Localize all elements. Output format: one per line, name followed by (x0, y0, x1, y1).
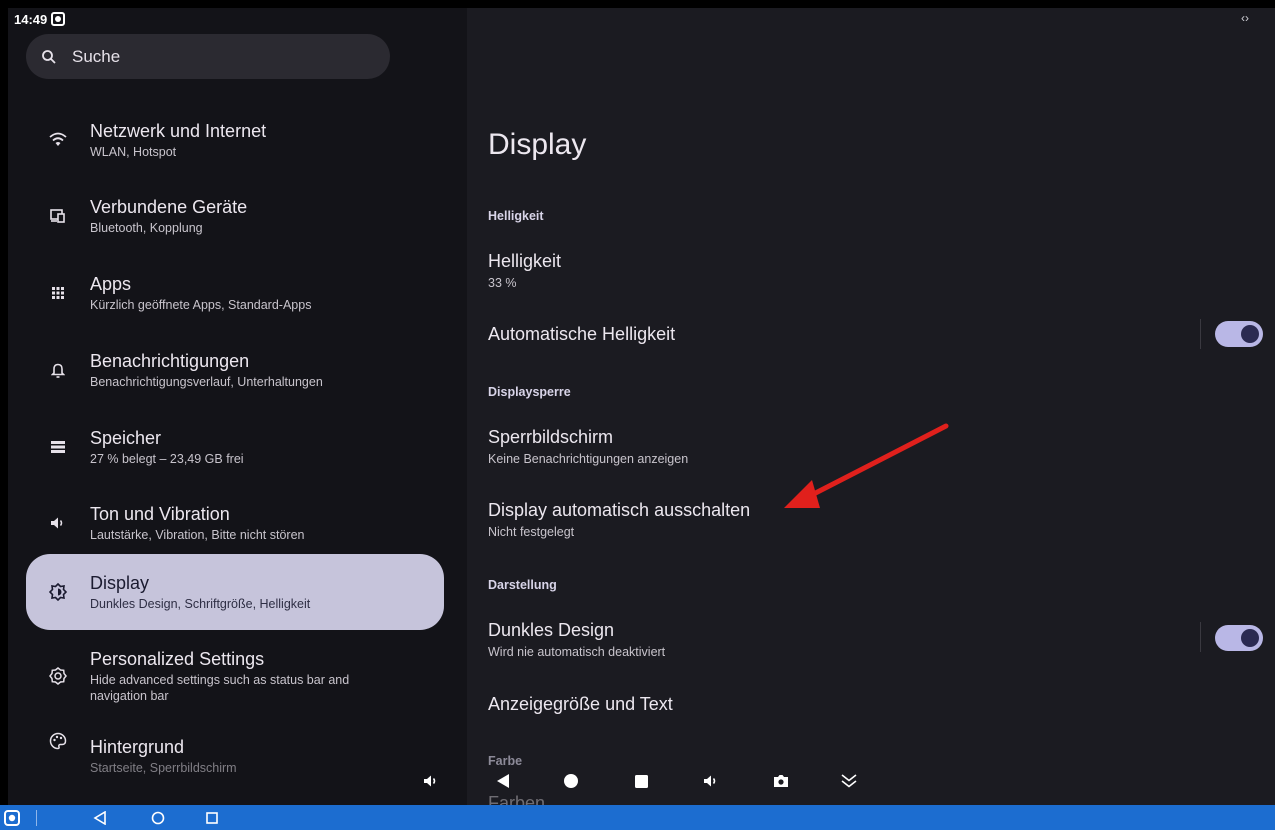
wifi-icon (26, 132, 90, 148)
pref-subtitle: Keine Benachrichtigungen anzeigen (488, 452, 689, 466)
taskbar (0, 805, 1275, 830)
pref-title: Anzeigegröße und Text (488, 694, 673, 714)
back-icon[interactable] (90, 808, 110, 828)
section-header-brightness: Helligkeit (488, 209, 544, 223)
sidebar-item-subtitle: Kürzlich geöffnete Apps, Standard-Apps (90, 298, 312, 312)
remote-session-icon (51, 12, 66, 26)
sidebar: 14:49 Suche Netzwerk und Internet WLAN, … (8, 8, 467, 805)
sidebar-item-storage[interactable]: Speicher 27 % belegt – 23,49 GB frei (26, 410, 444, 484)
toggle-knob (1241, 629, 1259, 647)
sidebar-item-subtitle: 27 % belegt – 23,49 GB frei (90, 452, 244, 466)
sidebar-item-subtitle: Dunkles Design, Schriftgröße, Helligkeit (90, 597, 311, 611)
sidebar-item-subtitle: WLAN, Hotspot (90, 145, 177, 159)
sidebar-item-title: Verbundene Geräte (90, 197, 248, 217)
floating-control-bar (8, 756, 1275, 805)
sidebar-item-network[interactable]: Netzwerk und Internet WLAN, Hotspot (26, 103, 444, 177)
palette-icon (26, 732, 90, 750)
sidebar-item-connected-devices[interactable]: Verbundene Geräte Bluetooth, Kopplung (26, 179, 444, 253)
bell-icon (26, 362, 90, 378)
volume-icon (26, 516, 90, 530)
remote-app-icon[interactable] (2, 808, 22, 828)
camera-icon[interactable] (768, 768, 794, 794)
divider (1200, 622, 1201, 652)
page-title: Display (488, 128, 587, 161)
settings-gear-icon (26, 667, 90, 685)
section-header-appearance: Darstellung (488, 578, 557, 592)
pref-title: Sperrbildschirm (488, 427, 614, 447)
toggle-knob (1241, 325, 1259, 343)
pref-display-size[interactable]: Anzeigegröße und Text (488, 693, 673, 715)
storage-icon (26, 441, 90, 453)
sidebar-item-apps[interactable]: Apps Kürzlich geöffnete Apps, Standard-A… (26, 256, 444, 330)
expand-icon: ‹› (1241, 11, 1249, 25)
divider (1200, 319, 1201, 349)
sidebar-item-subtitle: Hide advanced settings such as status ba… (90, 673, 350, 703)
volume-icon[interactable] (698, 768, 724, 794)
sidebar-item-sound[interactable]: Ton und Vibration Lautstärke, Vibration,… (26, 486, 444, 560)
home-circle-icon[interactable] (558, 768, 584, 794)
sidebar-item-personalized[interactable]: Personalized Settings Hide advanced sett… (26, 638, 444, 714)
search-icon (26, 49, 72, 65)
section-header-lock: Displaysperre (488, 385, 571, 399)
sidebar-item-title: Speicher (90, 428, 162, 448)
sidebar-item-title: Personalized Settings (90, 649, 265, 669)
pref-dark-theme[interactable]: Dunkles Design Wird nie automatisch deak… (488, 619, 665, 660)
sidebar-item-title: Ton und Vibration (90, 504, 230, 524)
pref-value: 33 % (488, 276, 517, 290)
pref-subtitle: Nicht festgelegt (488, 525, 575, 539)
dark-theme-toggle[interactable] (1215, 625, 1263, 651)
sidebar-item-subtitle: Benachrichtigungsverlauf, Unterhaltungen (90, 375, 323, 389)
search-placeholder: Suche (72, 46, 121, 66)
pref-brightness[interactable]: Helligkeit 33 % (488, 250, 561, 291)
recents-icon[interactable] (202, 808, 222, 828)
auto-brightness-toggle[interactable] (1215, 321, 1263, 347)
pref-subtitle: Wird nie automatisch deaktiviert (488, 645, 666, 659)
status-bar: 14:49 (14, 8, 66, 30)
search-input[interactable]: Suche (26, 34, 390, 79)
pref-screen-timeout[interactable]: Display automatisch ausschalten Nicht fe… (488, 499, 750, 540)
back-triangle-icon[interactable] (490, 768, 516, 794)
sidebar-item-title: Netzwerk und Internet (90, 121, 267, 141)
sidebar-item-notifications[interactable]: Benachrichtigungen Benachrichtigungsverl… (26, 333, 444, 407)
pref-title: Display automatisch ausschalten (488, 500, 751, 520)
settings-window: 14:49 Suche Netzwerk und Internet WLAN, … (8, 8, 1275, 805)
volume-icon[interactable] (418, 768, 444, 794)
sidebar-item-title: Benachrichtigungen (90, 351, 250, 371)
sidebar-item-display[interactable]: Display Dunkles Design, Schriftgröße, He… (26, 554, 444, 630)
pref-title: Automatische Helligkeit (488, 324, 676, 344)
sidebar-item-title: Hintergrund (90, 737, 185, 757)
pref-title: Helligkeit (488, 251, 562, 271)
status-time: 14:49 (14, 11, 48, 27)
pref-lock-screen[interactable]: Sperrbildschirm Keine Benachrichtigungen… (488, 426, 688, 467)
taskbar-divider (36, 810, 37, 826)
pref-auto-brightness[interactable]: Automatische Helligkeit (488, 323, 675, 345)
connected-devices-icon (26, 209, 90, 223)
double-chevron-down-icon[interactable] (836, 768, 862, 794)
home-icon[interactable] (148, 808, 168, 828)
sidebar-item-title: Display (90, 573, 150, 593)
sidebar-item-subtitle: Bluetooth, Kopplung (90, 221, 203, 235)
apps-grid-icon (26, 286, 90, 300)
pref-title: Dunkles Design (488, 620, 615, 640)
sidebar-item-title: Apps (90, 274, 132, 294)
recents-square-icon[interactable] (628, 768, 654, 794)
display-brightness-icon (26, 583, 90, 601)
sidebar-item-subtitle: Lautstärke, Vibration, Bitte nicht störe… (90, 528, 305, 542)
